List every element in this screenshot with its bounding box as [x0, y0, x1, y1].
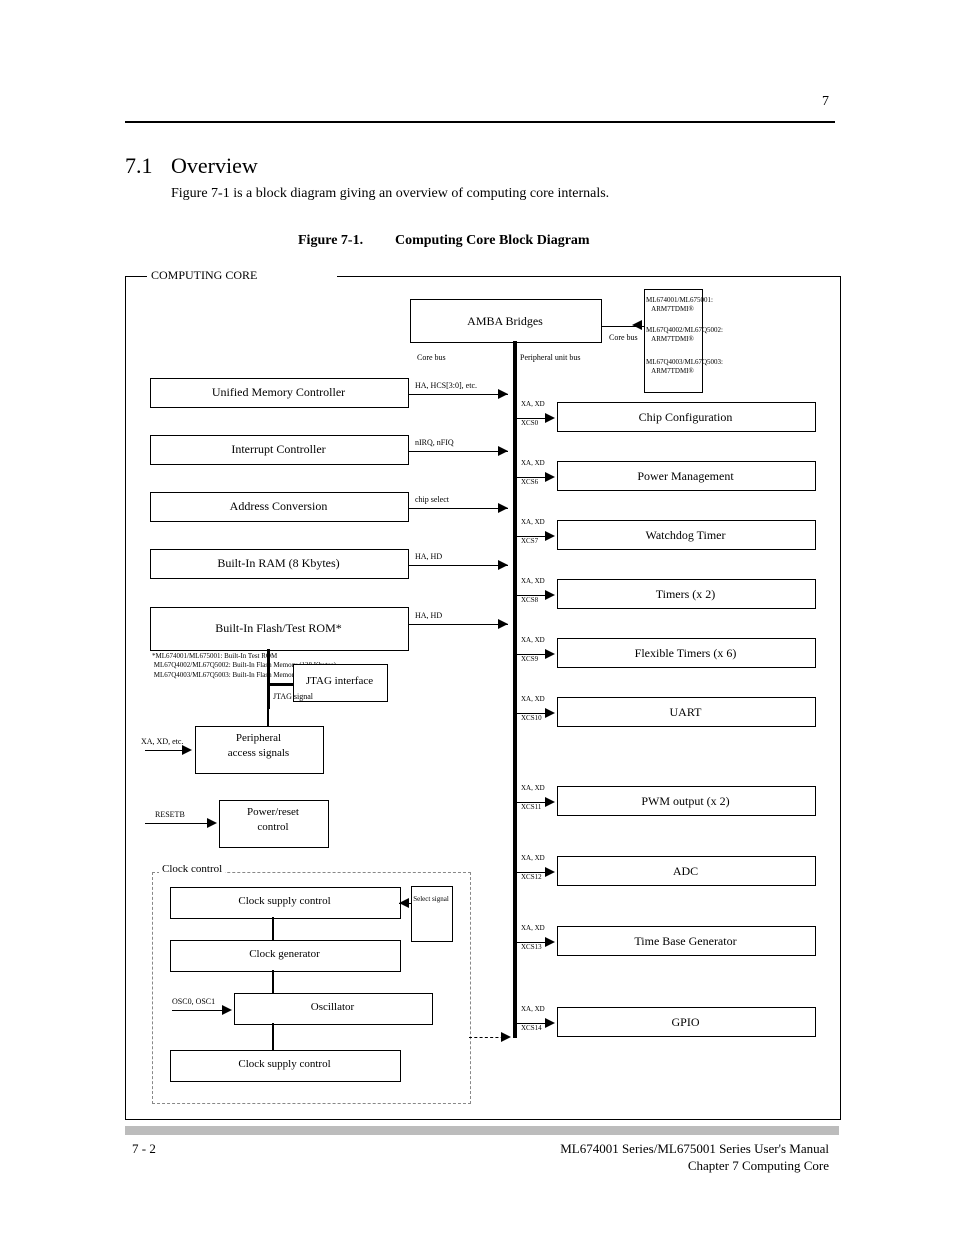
right-sig-5b: XCS10 — [521, 714, 542, 723]
left-label-2: Address Conversion — [150, 498, 407, 514]
footer-bar — [125, 1126, 839, 1135]
right-sig-3a: XA, XD — [521, 577, 545, 586]
left-label-1: Interrupt Controller — [150, 441, 407, 457]
footer-page: 7 - 2 — [132, 1140, 156, 1158]
clock-gen-label: Clock generator — [170, 947, 399, 962]
right-label-3: Timers (x 2) — [557, 586, 814, 602]
left-sig-1: nIRQ, nFIQ — [415, 438, 454, 449]
right-sig-1a: XA, XD — [521, 459, 545, 468]
right-label-0: Chip Configuration — [557, 409, 814, 425]
figure-intro: Figure 7-1 is a block diagram giving an … — [171, 185, 609, 204]
right-sig-6b: XCS11 — [521, 803, 541, 812]
cpu-note: Core bus — [609, 333, 638, 344]
xa-sig: XA, XD, etc. — [141, 737, 183, 748]
right-label-1: Power Management — [557, 468, 814, 484]
right-sig-7b: XCS12 — [521, 873, 542, 882]
jtag-label: JTAG interface — [293, 674, 386, 689]
right-sig-0b: XCS0 — [521, 419, 538, 428]
left-sig-3: HA, HD — [415, 552, 442, 563]
cpu-line2: ML67Q4002/ML67Q5002: ARM7TDMI® — [646, 326, 699, 345]
figure-caption: Computing Core Block Diagram — [395, 232, 590, 251]
right-sig-2a: XA, XD — [521, 518, 545, 527]
right-sig-6a: XA, XD — [521, 784, 545, 793]
xa-label: Peripheral access signals — [195, 731, 322, 761]
right-label-7: ADC — [557, 863, 814, 879]
right-label-6: PWM output (x 2) — [557, 793, 814, 809]
figure-label: Figure 7-1. — [298, 232, 363, 251]
cpu-line1: ML674001/ML675001: ARM7TDMI® — [646, 296, 699, 315]
right-sig-4b: XCS9 — [521, 655, 538, 664]
osc-sig: OSC0, OSC1 — [172, 997, 215, 1008]
clock-supply-label: Clock supply control — [170, 894, 399, 909]
amba-bridges-label: AMBA Bridges — [410, 313, 600, 329]
right-label-4: Flexible Timers (x 6) — [557, 645, 814, 661]
right-sig-4a: XA, XD — [521, 636, 545, 645]
reset-sig: RESETB — [155, 810, 185, 821]
right-sig-5a: XA, XD — [521, 695, 545, 704]
right-sig-0a: XA, XD — [521, 400, 545, 409]
right-sig-3b: XCS8 — [521, 596, 538, 605]
right-sig-8a: XA, XD — [521, 924, 545, 933]
cpu-line3: ML67Q4003/ML67Q5003: ARM7TDMI® — [646, 358, 699, 377]
right-sig-8b: XCS13 — [521, 943, 542, 952]
section-title: Overview — [171, 151, 258, 181]
diagram-frame-label: COMPUTING CORE — [151, 267, 257, 283]
reset-label: Power/reset control — [219, 805, 327, 835]
header-rule — [125, 121, 835, 123]
section-number: 7.1 — [125, 151, 153, 181]
left-sig-4: HA, HD — [415, 611, 442, 622]
right-label-2: Watchdog Timer — [557, 527, 814, 543]
chapter-number: 7 — [822, 93, 829, 112]
right-sig-1b: XCS6 — [521, 478, 538, 487]
left-sig-2: chip select — [415, 495, 449, 506]
right-label-8: Time Base Generator — [557, 933, 814, 949]
clock-sel-label: Select signal — [411, 895, 451, 904]
left-label-3: Built-In RAM (8 Kbytes) — [150, 555, 407, 571]
clock-supply-label-2: Clock supply control — [170, 1057, 399, 1072]
right-sig-9b: XCS14 — [521, 1024, 542, 1033]
left-sig-0: HA, HCS[3:0], etc. — [415, 381, 477, 392]
periph-bus-note: Peripheral unit bus — [520, 353, 580, 364]
right-sig-2b: XCS7 — [521, 537, 538, 546]
jtag-sig: JTAG signal — [273, 692, 313, 703]
clock-group-label: Clock control — [159, 862, 225, 877]
footer-line1: ML674001 Series/ML675001 Series User's M… — [560, 1140, 829, 1158]
left-label-0: Unified Memory Controller — [150, 384, 407, 400]
right-sig-9a: XA, XD — [521, 1005, 545, 1014]
footer-line2: Chapter 7 Computing Core — [688, 1157, 829, 1175]
oscillator-label: Oscillator — [234, 1000, 431, 1015]
left-label-4: Built-In Flash/Test ROM* — [150, 620, 407, 636]
core-bus-side-note: Core bus — [417, 353, 446, 364]
right-label-9: GPIO — [557, 1014, 814, 1030]
right-sig-7a: XA, XD — [521, 854, 545, 863]
right-label-5: UART — [557, 704, 814, 720]
